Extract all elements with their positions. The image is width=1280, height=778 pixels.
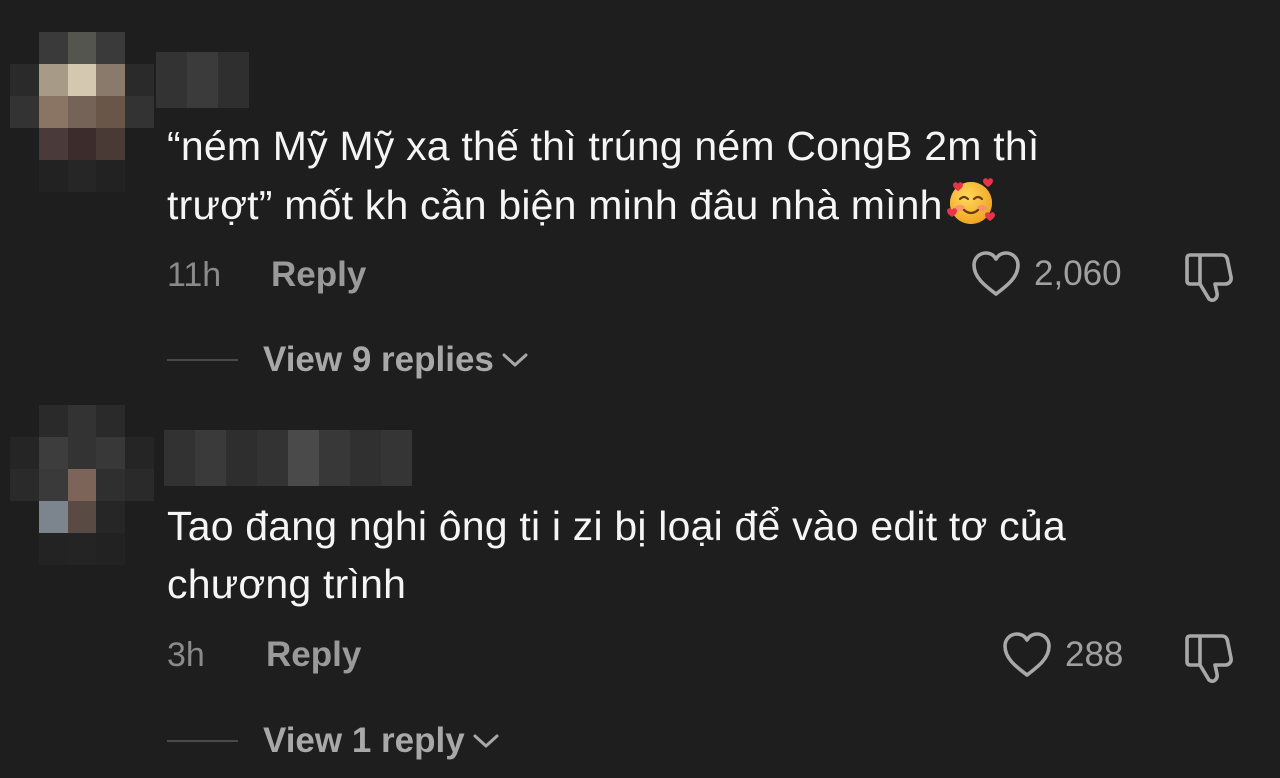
comment-text: Tao đang nghi ông ti i zi bị loại để vào… [167,497,1066,613]
comment-text-line: Tao đang nghi ông ti i zi bị loại để vào… [167,503,1066,549]
view-replies-button[interactable]: View 1 reply [263,721,501,761]
reply-button[interactable]: Reply [266,635,361,675]
comment-text: “ném Mỹ Mỹ xa thế thì trúng ném CongB 2m… [167,117,1039,234]
chevron-down-icon [473,734,499,748]
username-redacted[interactable] [164,430,412,486]
comment-timestamp: 3h [167,636,205,674]
like-button[interactable]: 2,060 [970,250,1122,298]
thumbs-down-outline-icon[interactable] [1182,249,1238,305]
view-replies-button[interactable]: View 9 replies [263,340,530,380]
like-count: 288 [1065,635,1124,674]
view-replies-label: View 9 replies [263,340,494,379]
comment-timestamp: 11h [167,256,222,294]
reply-button[interactable]: Reply [271,255,366,295]
chevron-down-icon [502,353,528,367]
comment-thread: “ném Mỹ Mỹ xa thế thì trúng ném CongB 2m… [0,0,1280,778]
smiling-face-with-hearts-icon [946,178,995,224]
heart-outline-icon [972,251,1020,296]
comment-text-line-content: trượt” mốt kh cần biện minh đâu nhà mình [167,182,943,228]
comment-text-line: trượt” mốt kh cần biện minh đâu nhà mình [167,175,1039,234]
like-button[interactable]: 288 [1001,631,1123,679]
avatar[interactable] [10,405,154,565]
replies-divider [167,359,238,361]
replies-divider [167,740,238,742]
comment-text-line: “ném Mỹ Mỹ xa thế thì trúng ném CongB 2m… [167,123,1040,169]
like-count: 2,060 [1034,254,1122,293]
view-replies-label: View 1 reply [263,721,465,760]
heart-outline-icon [1003,632,1051,677]
avatar[interactable] [10,32,154,192]
username-redacted[interactable] [156,52,249,108]
thumbs-down-outline-icon[interactable] [1182,630,1238,686]
comment-text-line: chương trình [167,561,407,607]
